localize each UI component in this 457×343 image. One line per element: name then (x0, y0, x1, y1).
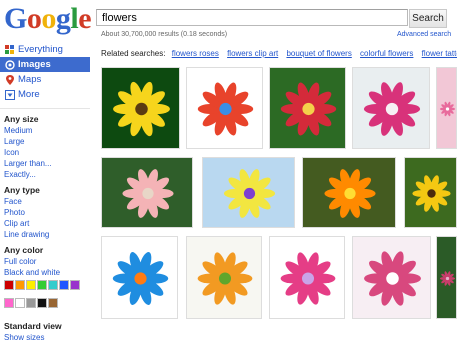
related-link[interactable]: flower tattoos (422, 49, 457, 58)
left-sidebar: Everything Images Maps More Any size Med… (0, 42, 90, 343)
images-icon (5, 60, 15, 70)
related-link[interactable]: flowers clip art (227, 49, 278, 58)
flower-image (439, 101, 456, 117)
search-input[interactable]: flowers (96, 9, 408, 26)
flower-image (412, 175, 451, 212)
nav-label: Maps (18, 74, 42, 85)
result-count: About 30,700,000 results (0.18 seconds) (101, 31, 228, 38)
image-thumbnail[interactable] (269, 236, 345, 319)
image-thumbnail[interactable] (202, 157, 295, 228)
nav-everything[interactable]: Everything (0, 42, 90, 57)
nav-label: Images (18, 59, 51, 70)
image-thumbnail[interactable] (101, 67, 180, 149)
image-thumbnail[interactable] (101, 157, 193, 228)
image-thumbnail[interactable] (101, 236, 178, 319)
filter-type-face[interactable]: Face (0, 196, 90, 207)
filter-show-sizes[interactable]: Show sizes (0, 332, 90, 343)
flower-image (197, 252, 253, 305)
filter-view-title[interactable]: Standard view (0, 321, 90, 332)
image-thumbnail[interactable] (186, 236, 262, 319)
flower-image (223, 169, 276, 218)
flower-image (363, 82, 421, 136)
logo-letter: o (26, 2, 42, 35)
image-thumbnail[interactable] (436, 236, 457, 319)
color-swatch[interactable] (70, 280, 80, 290)
filter-type-clipart[interactable]: Clip art (0, 218, 90, 229)
related-link[interactable]: flowers roses (172, 49, 219, 58)
filter-color-bw[interactable]: Black and white (0, 267, 90, 278)
filter-size-icon[interactable]: Icon (0, 147, 90, 158)
image-thumbnail[interactable] (404, 157, 457, 228)
filter-type-title[interactable]: Any type (0, 185, 90, 196)
filter-size-larger-than[interactable]: Larger than... (0, 158, 90, 169)
image-thumbnail[interactable] (186, 67, 263, 149)
image-thumbnail[interactable] (352, 67, 430, 149)
everything-icon (5, 45, 14, 54)
logo-letter: G (4, 2, 27, 35)
color-swatch[interactable] (59, 280, 69, 290)
flower-image (280, 82, 337, 136)
flower-image (122, 169, 174, 218)
color-swatch[interactable] (15, 280, 25, 290)
filter-size-large[interactable]: Large (0, 136, 90, 147)
image-thumbnail[interactable] (302, 157, 396, 228)
color-swatch[interactable] (37, 280, 47, 290)
filter-size-medium[interactable]: Medium (0, 125, 90, 136)
nav-images[interactable]: Images (0, 57, 90, 72)
nav-more[interactable]: More (0, 87, 90, 102)
color-swatch[interactable] (37, 298, 47, 308)
color-swatch[interactable] (4, 280, 14, 290)
advanced-search-link[interactable]: Advanced search (397, 31, 451, 38)
color-swatch[interactable] (48, 280, 58, 290)
related-searches-label: Related searches: (101, 49, 166, 58)
flower-image (113, 81, 170, 137)
filter-size-exactly[interactable]: Exactly... (0, 169, 90, 180)
related-link[interactable]: colorful flowers (360, 49, 413, 58)
filter-type-line-drawing[interactable]: Line drawing (0, 229, 90, 240)
logo-letter: g (55, 2, 71, 35)
color-swatches (0, 280, 84, 316)
related-link[interactable]: bouquet of flowers (286, 49, 351, 58)
color-swatch[interactable] (48, 298, 58, 308)
color-swatch[interactable] (26, 280, 36, 290)
sidebar-divider (0, 108, 90, 109)
related-searches: Related searches: flowers roses flowers … (101, 49, 457, 58)
logo-letter: l (70, 2, 79, 35)
image-thumbnail[interactable] (352, 236, 431, 319)
color-swatch[interactable] (26, 298, 36, 308)
logo-letter: o (41, 2, 56, 35)
flower-image (197, 82, 254, 136)
nav-maps[interactable]: Maps (0, 72, 90, 87)
color-swatch[interactable] (4, 298, 14, 308)
more-icon (5, 90, 15, 100)
filter-color-full[interactable]: Full color (0, 256, 90, 267)
filter-color-title[interactable]: Any color (0, 245, 90, 256)
flower-image (324, 169, 376, 218)
flower-image (112, 252, 169, 305)
color-swatch[interactable] (15, 298, 25, 308)
image-thumbnail[interactable] (436, 67, 457, 149)
image-thumbnail[interactable] (269, 67, 346, 149)
nav-label: Everything (18, 44, 63, 55)
filter-type-photo[interactable]: Photo (0, 207, 90, 218)
flower-image (439, 271, 456, 286)
logo-letter: e (78, 2, 92, 35)
maps-icon (6, 75, 14, 85)
flower-image (280, 252, 336, 305)
flower-image (364, 251, 421, 306)
filter-size-title[interactable]: Any size (0, 114, 90, 125)
nav-label: More (18, 89, 40, 100)
google-logo[interactable]: Google (4, 2, 92, 36)
search-button[interactable]: Search (409, 9, 447, 28)
